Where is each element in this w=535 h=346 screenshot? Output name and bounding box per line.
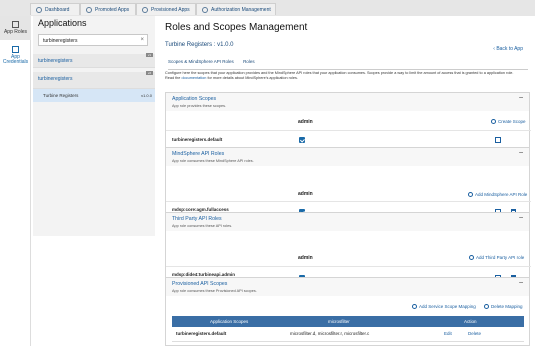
table-header: Application Scopes microsfilter Action: [172, 316, 524, 327]
dashboard-icon: [36, 6, 42, 13]
scope-tabs: Scopes & MindSphere API Roles Roles: [168, 59, 528, 70]
promoted-icon: [86, 6, 92, 13]
page-description: Configure here the scopes that your appl…: [165, 71, 514, 80]
delete-icon: [484, 304, 489, 310]
tab-promoted-apps[interactable]: Promoted Apps: [80, 3, 136, 15]
page-title: Roles and Scopes Management: [165, 22, 308, 33]
tab-dashboard[interactable]: Dashboard: [30, 3, 80, 15]
add-service-scope-mapping-button[interactable]: Add Service Scope Mapping: [412, 304, 476, 310]
admin-checkbox[interactable]: [299, 137, 305, 143]
create-scope-button[interactable]: Create Scope: [491, 119, 526, 125]
tab-authorization-management[interactable]: Authorization Management: [196, 3, 276, 15]
table-row: turbineregisters.default microsfilter.d,…: [172, 327, 524, 342]
nav-app-roles[interactable]: App Roles: [0, 16, 31, 40]
delete-button[interactable]: Delete: [468, 331, 481, 336]
role-column-admin: admin: [298, 119, 313, 125]
collapse-icon[interactable]: –: [519, 149, 523, 156]
app-search-input[interactable]: turbineregisters ×: [38, 34, 148, 46]
roles-icon: [12, 21, 19, 28]
clear-icon[interactable]: ×: [140, 37, 144, 43]
applications-panel: Applications: [33, 16, 155, 236]
add-mindsphere-role-button[interactable]: Add MindSphere API Role: [468, 192, 527, 198]
add-third-party-role-button[interactable]: Add Third Party API role: [469, 255, 524, 261]
collapse-icon[interactable]: –: [519, 279, 523, 286]
authorization-icon: [202, 6, 208, 13]
tab-scopes-roles[interactable]: Scopes & MindSphere API Roles: [168, 59, 234, 64]
plus-icon: [468, 192, 473, 198]
provisioned-api-scopes-section: Provisioned API Scopes App role consumes…: [165, 277, 530, 346]
tab-provisioned-apps[interactable]: Provisioned Apps: [136, 3, 196, 15]
plus-icon: [491, 119, 496, 125]
back-to-app-link[interactable]: ‹ Back to App: [493, 46, 523, 52]
nav-app-credentials[interactable]: App Credentials: [0, 40, 31, 70]
app-list-item[interactable]: turbineregisters v1: [33, 53, 155, 68]
role-column-admin: admin: [298, 255, 313, 261]
provisioned-icon: [142, 6, 148, 13]
edit-button[interactable]: Edit: [444, 331, 452, 336]
documentation-link[interactable]: documentation: [181, 76, 206, 80]
collapse-icon[interactable]: –: [519, 214, 523, 221]
provisioned-scopes-table: Application Scopes microsfilter Action t…: [172, 316, 524, 342]
app-subtitle: Turbine Registers : v1.0.0: [165, 42, 234, 48]
role-column-admin: admin: [298, 191, 313, 197]
app-badge: v1: [145, 53, 153, 57]
app-list-item[interactable]: turbineregisters v2: [33, 71, 155, 89]
plus-icon: [412, 304, 417, 310]
selected-app-version[interactable]: Turbine Registers v1.0.0: [33, 89, 155, 102]
delete-mapping-button[interactable]: Delete Mapping: [484, 304, 523, 310]
tab-roles[interactable]: Roles: [243, 59, 255, 64]
collapse-icon[interactable]: –: [519, 94, 523, 101]
save-icon[interactable]: [495, 137, 501, 143]
plus-icon: [469, 255, 474, 261]
scope-name: turbineregisters.default: [172, 137, 223, 142]
left-nav: App Roles App Credentials: [0, 16, 31, 346]
credentials-icon: [12, 45, 19, 53]
main-content: Roles and Scopes Management Turbine Regi…: [160, 16, 535, 346]
applications-title: Applications: [38, 18, 87, 28]
app-badge: v2: [145, 71, 153, 75]
